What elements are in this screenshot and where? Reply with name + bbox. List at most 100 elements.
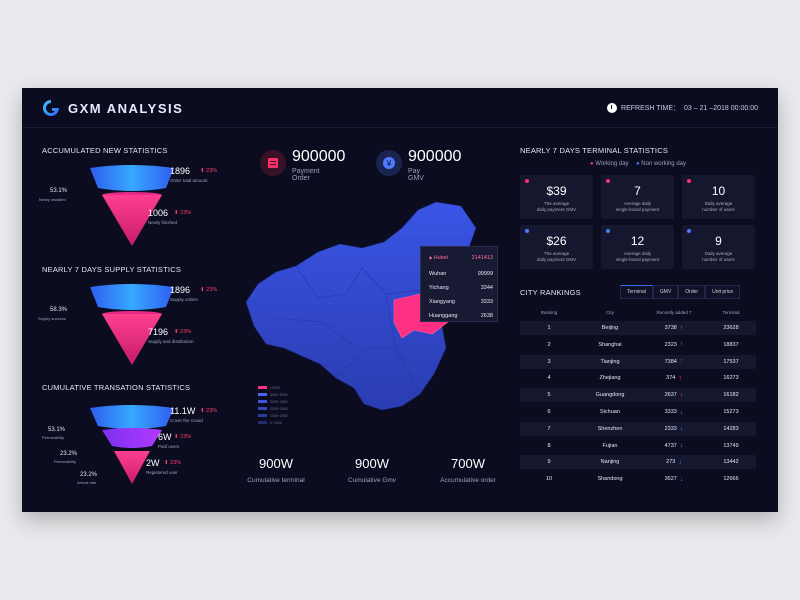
added-cell: 273 ↓ (666, 458, 682, 466)
rank-cell: 1 (547, 325, 551, 331)
col-ranking: Ranking (540, 309, 558, 315)
legend-item: >5000 (258, 384, 288, 391)
arrow-up-icon: ⬆ (164, 460, 169, 466)
tab-order[interactable]: Order (678, 285, 706, 299)
rank-cell: 10 (545, 476, 553, 483)
tab-gmv[interactable]: GMV (652, 285, 679, 299)
cum-s3-label: Arrival rate (77, 480, 97, 485)
table-row[interactable]: 7 Shenzhen 2333 ↓ 14283 (520, 421, 756, 436)
dashboard-panel: GXM ANALYSIS REFRESH TIME： 03 – 21 –2018… (22, 88, 778, 512)
acc-top-pct: ⬆ 23% (200, 168, 218, 174)
added-cell: 7384 ↑ (664, 358, 684, 366)
table-row[interactable]: 10 Shandong 3627 ↓ 12666 (520, 472, 756, 486)
cum-l3-label: Registered user (146, 470, 178, 475)
rank-cell: 3 (547, 358, 551, 365)
legend-item: 3000~4000 (258, 398, 288, 405)
arrow-up-icon: ⬆ (174, 210, 179, 216)
non-working-day-legend: ● Non working day (636, 161, 686, 167)
city-cell: Zhejiang (599, 375, 621, 382)
logo-icon (43, 100, 59, 116)
cumulative-gmv-stat: 900W Cumulative Gmv (347, 456, 397, 484)
added-cell: 2323 ↑ (664, 341, 684, 349)
cum-l2-value: 6W (158, 432, 172, 442)
refresh-value: 03 – 21 –2018 00:00:00 (684, 104, 758, 112)
terminal-cell: 13442 (723, 459, 739, 466)
arrow-down-icon: ↓ (678, 458, 682, 466)
supply-side-label: Supply success (38, 316, 66, 321)
arrow-up-icon: ↑ (679, 358, 684, 366)
dot-icon (687, 179, 691, 183)
dot-icon (525, 179, 529, 183)
arrow-up-icon: ↑ (679, 324, 684, 332)
tab-terminal[interactable]: Terminal (620, 285, 653, 299)
dot-icon (606, 229, 610, 233)
arrow-up-icon: ⬆ (200, 168, 205, 174)
stat-card: 9 Daily average number of users (682, 225, 755, 269)
accumulative-order-stat: 700W Accumulative order (440, 456, 496, 484)
tooltip-row: Wuhan 99999 (429, 271, 493, 277)
dot-icon (687, 229, 691, 233)
cum-l2-pct: ⬆ 23% (174, 434, 192, 440)
supply-top-value: 1896 (170, 285, 191, 295)
supply-top-pct: ⬆ 23% (200, 287, 218, 293)
terminal-cell: 12666 (723, 476, 739, 483)
arrow-up-icon: ⬆ (174, 434, 179, 440)
city-cell: Beijing (601, 325, 619, 331)
dot-icon (525, 229, 529, 233)
table-row[interactable]: 9 Nanjing 273 ↓ 13442 (520, 455, 756, 470)
rankings-tabs: Terminal GMV Order Unit price (620, 285, 741, 299)
added-cell: 4737 ↓ (664, 442, 684, 450)
arrow-up-icon: ⬆ (200, 287, 205, 293)
arrow-up-icon: ⬆ (200, 408, 205, 414)
city-cell: Shanghai (598, 341, 622, 348)
terminal-cell: 13749 (723, 442, 739, 449)
rankings-header: Ranking City Recently added 7 Terminal (520, 306, 756, 318)
acc-bottom-value: 1006 (148, 208, 169, 218)
yen-icon: ¥ (376, 150, 402, 176)
arrow-up-icon: ↑ (679, 341, 684, 349)
tooltip-row: Xiangyang 3333 (429, 299, 493, 305)
cumulative-title: CUMULATIVE TRANSATION STATISTICS (42, 383, 191, 392)
city-cell: Guangdong (595, 392, 625, 399)
added-cell: 2333 ↓ (664, 425, 684, 433)
cum-l3-pct: ⬆ 23% (164, 460, 182, 466)
table-row[interactable]: 4 Zhejiang 374 ↑ 16273 (520, 371, 756, 385)
table-row[interactable]: 1 Beijing 3738 ↑ 23628 (520, 321, 756, 335)
city-cell: Tianjing (600, 358, 620, 365)
region-tooltip: ◆ Hubei 2141413 Wuhan 99999 Yichang 3344 Xi… (420, 246, 498, 322)
terminal-cell: 23628 (723, 325, 739, 331)
table-row[interactable]: 3 Tianjing 7384 ↑ 17537 (520, 354, 756, 369)
tooltip-header: ◆ Hubei 2141413 (429, 255, 493, 261)
cum-l2-label: Paid users (158, 444, 180, 449)
city-cell: Shandong (597, 476, 623, 483)
refresh-time: REFRESH TIME： 03 – 21 –2018 00:00:00 (607, 103, 758, 113)
tooltip-row: Huanggang 2638 (429, 313, 493, 319)
terminal-cell: 18837 (723, 341, 739, 348)
city-cell: Sichuan (600, 409, 620, 415)
arrow-down-icon: ↓ (679, 408, 684, 416)
table-row[interactable]: 5 Guangdong 2637 ↑ 16182 (520, 388, 756, 403)
rank-cell: 2 (547, 341, 551, 348)
col-terminal: Terminal (722, 309, 740, 315)
rank-cell: 8 (547, 442, 551, 449)
calendar-icon (260, 150, 286, 176)
tab-unit-price[interactable]: Unit price (705, 285, 741, 299)
terminal-cell: 15273 (723, 409, 739, 415)
cum-s2-value: 23.2% (60, 451, 78, 457)
supply-top-label: Supply orders (170, 297, 198, 302)
payment-order-value: 900000 (292, 148, 346, 165)
col-city: City (606, 309, 614, 315)
stat-card: 7 Average daily single-board payment (601, 175, 674, 219)
acc-bottom-pct: ⬆ 23% (174, 210, 192, 216)
table-row[interactable]: 6 Sichuan 3333 ↓ 15273 (520, 405, 756, 419)
table-row[interactable]: 2 Shanghai 2323 ↑ 18837 (520, 338, 756, 352)
cum-l3-value: 2W (146, 458, 160, 468)
map-legend: >5000 4000~5000 3000~4000 2000~3000 1000… (258, 384, 288, 426)
added-cell: 2637 ↑ (664, 391, 684, 399)
arrow-down-icon: ↓ (679, 442, 684, 450)
rank-cell: 4 (547, 375, 551, 382)
svg-text:¥: ¥ (386, 159, 392, 168)
acc-side-value: 53.1% (50, 188, 68, 194)
table-row[interactable]: 8 Fujian 4737 ↓ 13749 (520, 439, 756, 453)
cum-l1-label: Cover the crowd (170, 418, 203, 423)
